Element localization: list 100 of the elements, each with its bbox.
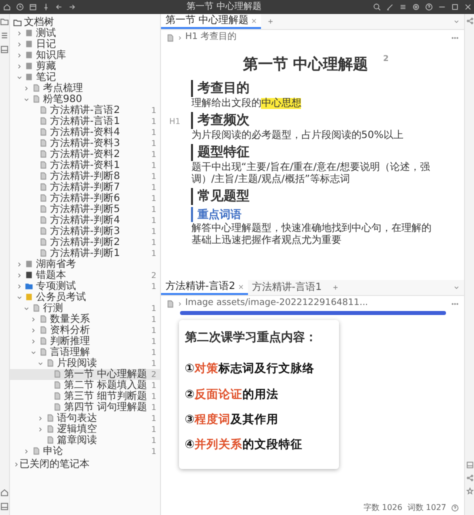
caret-icon[interactable] bbox=[30, 326, 37, 334]
tree-item[interactable]: 行测 1 bbox=[10, 302, 160, 314]
tree-item[interactable]: 判断推理 1 bbox=[10, 336, 160, 346]
tree-item[interactable]: 方法精讲-判断3 1 bbox=[10, 226, 160, 236]
tree-item[interactable]: 逻辑填空 1 bbox=[10, 424, 160, 434]
tree-item[interactable]: 第四节 词句理解题 1 bbox=[10, 402, 160, 412]
caret-icon[interactable] bbox=[16, 260, 23, 268]
tree-item[interactable]: 方法精讲-判断8 1 bbox=[10, 170, 160, 182]
tree-item[interactable]: 资料分析 1 bbox=[10, 324, 160, 336]
link-icon[interactable] bbox=[466, 16, 474, 24]
tree-item[interactable]: 知识库 bbox=[10, 50, 160, 60]
item-label: 错题本 bbox=[36, 270, 66, 280]
tree-item[interactable]: 方法精讲-资料3 1 bbox=[10, 138, 160, 148]
caret-icon[interactable] bbox=[12, 461, 20, 468]
caret-icon[interactable] bbox=[16, 62, 23, 70]
forward-icon[interactable] bbox=[68, 3, 76, 11]
caret-icon[interactable] bbox=[16, 40, 23, 48]
tree-item[interactable]: 方法精讲-判断7 1 bbox=[10, 182, 160, 192]
tree-item[interactable]: 方法精讲-资料4 1 bbox=[10, 126, 160, 138]
tree-item[interactable]: 第一节 中心理解题 2 bbox=[10, 368, 160, 380]
item-count: 1 bbox=[150, 248, 156, 258]
maximize-icon[interactable] bbox=[450, 3, 458, 11]
item-label: 行测 bbox=[43, 302, 63, 314]
breadcrumb-item[interactable]: Image assets/image-20221229164811... bbox=[185, 297, 368, 310]
caret-icon[interactable] bbox=[30, 316, 37, 322]
tree-item[interactable]: 日记 bbox=[10, 38, 160, 50]
tree-item[interactable]: 粉笔980 bbox=[10, 94, 160, 104]
help-icon[interactable] bbox=[451, 504, 460, 512]
tree-item[interactable]: 方法精讲-言语2 1 bbox=[10, 104, 160, 116]
item-label: 方法精讲-判断1 bbox=[50, 248, 120, 258]
tree-item[interactable]: 片段阅读 1 bbox=[10, 358, 160, 368]
tree-item[interactable]: 方法精讲-判断2 1 bbox=[10, 236, 160, 248]
clock-icon[interactable] bbox=[16, 3, 24, 11]
folder-icon bbox=[12, 18, 22, 26]
tree-item[interactable]: 方法精讲-资料1 1 bbox=[10, 160, 160, 170]
tree-item[interactable]: 剪藏 bbox=[10, 60, 160, 72]
tree-item[interactable]: 方法精讲-判断6 1 bbox=[10, 192, 160, 204]
item-label: 笔记 bbox=[36, 72, 56, 82]
tree-item[interactable]: 测试 bbox=[10, 28, 160, 38]
dropdown-icon[interactable] bbox=[453, 284, 460, 292]
add-tab-icon[interactable] bbox=[332, 284, 339, 292]
caret-icon[interactable] bbox=[16, 30, 23, 36]
breadcrumb-item[interactable]: 考查目的 bbox=[200, 30, 236, 44]
settings-icon[interactable] bbox=[412, 3, 420, 11]
tree-item[interactable]: 考点梳理 bbox=[10, 82, 160, 94]
breadcrumb-tag[interactable]: H1 bbox=[185, 30, 198, 44]
tree-item[interactable]: 数量关系 1 bbox=[10, 314, 160, 324]
calendar-icon[interactable] bbox=[28, 3, 36, 11]
item-label: 方法精讲-资料4 bbox=[50, 126, 120, 138]
star-icon[interactable] bbox=[466, 487, 474, 495]
image-line: ①对策标志词及行文脉络 bbox=[184, 360, 316, 378]
tree-item[interactable]: 言语理解 1 bbox=[10, 346, 160, 358]
caret-icon[interactable] bbox=[23, 84, 30, 92]
caret-icon[interactable] bbox=[37, 426, 44, 432]
graph-icon[interactable] bbox=[466, 474, 474, 482]
file-tree-icon[interactable] bbox=[0, 16, 9, 26]
caret-icon[interactable] bbox=[16, 272, 23, 278]
tree-item[interactable]: 方法精讲-资料2 1 bbox=[10, 148, 160, 160]
tree-item[interactable]: 专项测试 1 bbox=[10, 280, 160, 292]
home-icon[interactable] bbox=[2, 3, 10, 11]
editor-tab[interactable]: 第一节 中心理解题 bbox=[161, 14, 261, 29]
paragraph: 为片段阅读的必考题型，占片段阅读的50%以上 bbox=[191, 130, 405, 142]
panel-icon[interactable] bbox=[0, 502, 9, 511]
tree-item[interactable]: 方法精讲-判断4 1 bbox=[10, 214, 160, 226]
tree-item[interactable]: 错题本 2 bbox=[10, 270, 160, 280]
tree-item[interactable]: 方法精讲-言语1 1 bbox=[10, 116, 160, 126]
pen-icon[interactable] bbox=[386, 3, 394, 11]
menu-icon[interactable] bbox=[398, 3, 406, 11]
add-tab-icon[interactable] bbox=[266, 18, 274, 25]
tree-item[interactable]: 方法精讲-判断1 1 bbox=[10, 248, 160, 258]
caret-icon[interactable] bbox=[30, 338, 37, 344]
tree-item[interactable]: 笔记 bbox=[10, 72, 160, 82]
caret-icon[interactable] bbox=[37, 414, 44, 422]
caret-icon[interactable] bbox=[23, 448, 30, 454]
item-count: 1 bbox=[150, 182, 156, 192]
editor-tab[interactable]: 方法精讲-言语2 bbox=[161, 280, 248, 296]
tree-item[interactable]: 第三节 细节判断题 1 bbox=[10, 390, 160, 402]
document-icon[interactable] bbox=[166, 300, 174, 308]
help-icon[interactable] bbox=[424, 3, 432, 11]
closed-notebooks-label[interactable]: 已关闭的笔记本 bbox=[20, 459, 90, 470]
caret-icon[interactable] bbox=[16, 52, 23, 58]
tree-item[interactable]: 语句表达 1 bbox=[10, 412, 160, 424]
search-icon[interactable] bbox=[372, 3, 380, 11]
tree-item[interactable]: 申论 1 bbox=[10, 446, 160, 456]
tree-item[interactable]: 第二节 标题填入题 1 bbox=[10, 380, 160, 390]
heading: 考查频次 bbox=[191, 112, 440, 128]
tree-item[interactable]: 篇章阅读 1 bbox=[10, 434, 160, 446]
tree-item[interactable]: 湖南省考 bbox=[10, 258, 160, 270]
editor-tab[interactable]: 方法精讲-言语1 bbox=[248, 280, 326, 296]
document-icon[interactable] bbox=[166, 34, 174, 42]
tree-item[interactable]: 公务员考试 bbox=[10, 292, 160, 302]
caret-icon[interactable] bbox=[16, 282, 23, 290]
dropdown-icon[interactable] bbox=[453, 18, 460, 25]
outline-icon[interactable] bbox=[0, 30, 9, 40]
tree-item[interactable]: 方法精讲-判断5 1 bbox=[10, 204, 160, 214]
close-icon[interactable] bbox=[238, 284, 244, 290]
close-icon[interactable] bbox=[250, 18, 257, 24]
close-icon[interactable] bbox=[464, 3, 472, 11]
heading: 常见题型 bbox=[191, 188, 440, 204]
back-icon[interactable] bbox=[54, 3, 62, 11]
